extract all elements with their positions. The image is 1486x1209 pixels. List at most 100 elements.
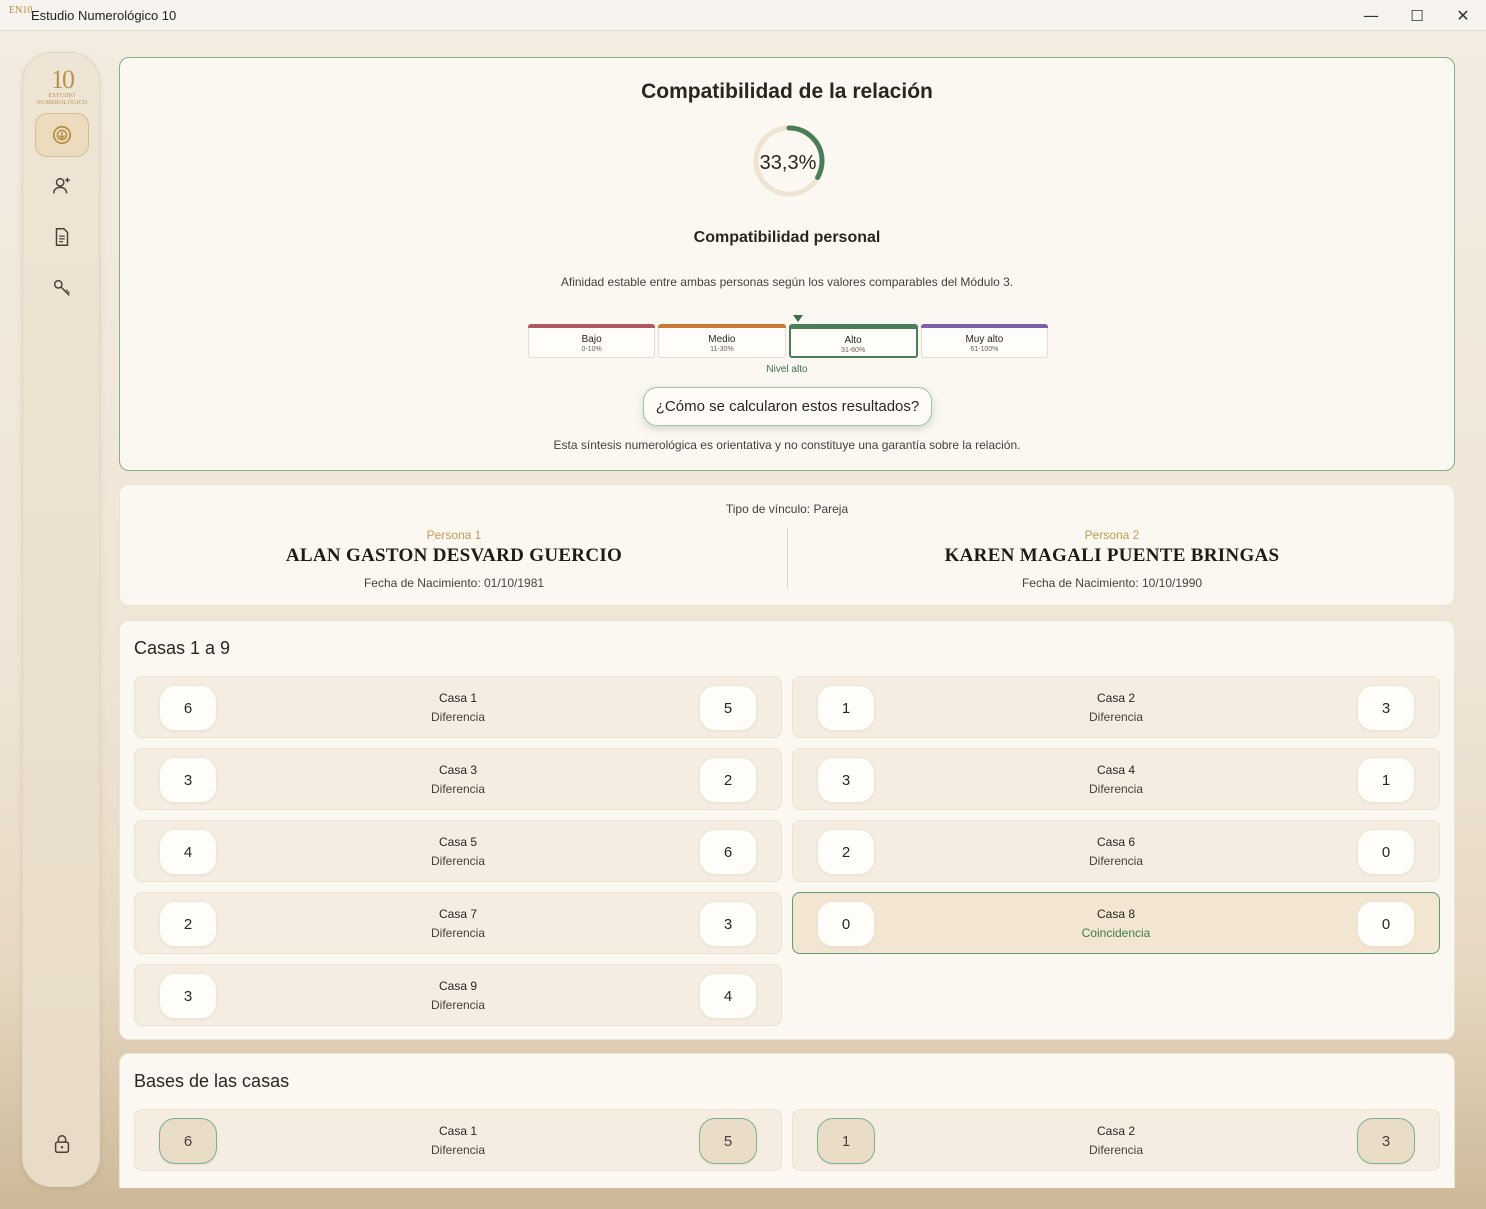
person-name: KAREN MAGALI PUENTE BRINGAS xyxy=(944,545,1280,566)
logo-line1: ESTUDIO xyxy=(48,93,76,99)
house-label: Casa 4 xyxy=(1096,763,1136,777)
person2-value: 3 xyxy=(1357,685,1415,731)
how-calculated-button[interactable]: ¿Cómo se calcularon estos resultados? xyxy=(643,387,932,426)
nav-report[interactable] xyxy=(35,215,89,259)
title-bar: EN10 Estudio Numerológico 10 — ☐ ✕ xyxy=(0,0,1486,31)
person1-value: 2 xyxy=(159,901,217,947)
level-name: Bajo xyxy=(581,334,602,345)
main-content[interactable]: Compatibilidad de la relación 33,3% Comp… xyxy=(119,46,1455,1188)
maximize-button[interactable]: ☐ xyxy=(1394,0,1440,31)
person-name: ALAN GASTON DESVARD GUERCIO xyxy=(285,545,623,566)
person-role: Persona 2 xyxy=(1084,528,1140,542)
person1-value: 1 xyxy=(817,1118,875,1164)
nav-compatibility[interactable] xyxy=(35,113,89,157)
nav-people[interactable] xyxy=(35,164,89,208)
person2-value: 3 xyxy=(699,901,757,947)
level-range: 61-100% xyxy=(970,346,999,353)
level-name: Alto xyxy=(844,335,862,346)
house-label: Casa 3 xyxy=(438,763,478,777)
level-marker xyxy=(793,315,803,322)
person2-value: 6 xyxy=(699,829,757,875)
level-segment: Bajo 0-10% xyxy=(528,324,656,358)
disclaimer: Esta síntesis numerológica es orientativ… xyxy=(553,438,1021,452)
minimize-button[interactable]: — xyxy=(1348,0,1394,31)
level-range: 0-10% xyxy=(581,346,602,353)
level-name: Medio xyxy=(708,334,736,345)
house-row[interactable]: 6 Casa 1 Diferencia 5 xyxy=(134,1109,782,1171)
bond-type: Tipo de vínculo: Pareja xyxy=(725,502,849,516)
person2-value: 2 xyxy=(699,757,757,803)
level-segment: Medio 11-30% xyxy=(658,324,786,358)
people-card: Tipo de vínculo: Pareja Persona 1 ALAN G… xyxy=(119,484,1455,606)
house-status: Diferencia xyxy=(1088,710,1144,724)
level-label: Nivel alto xyxy=(766,364,808,375)
house-label: Casa 6 xyxy=(1096,835,1136,849)
level-segment: Alto 31-60% xyxy=(788,324,918,358)
house-label: Casa 2 xyxy=(1096,1124,1136,1138)
person1-value: 6 xyxy=(159,1118,217,1164)
person-2: Persona 2 KAREN MAGALI PUENTE BRINGAS Fe… xyxy=(778,528,1446,590)
compatibility-subtitle: Compatibilidad personal xyxy=(693,229,881,246)
sidebar: 10 ESTUDIO NUMEROLÓGICO xyxy=(22,52,100,1187)
lock-icon xyxy=(54,1135,70,1153)
house-status: Diferencia xyxy=(1088,782,1144,796)
house-label: Casa 1 xyxy=(438,1124,478,1138)
logo-line2: NUMEROLÓGICO xyxy=(36,100,88,106)
card-title: Compatibilidad de la relación xyxy=(641,80,933,103)
person-1: Persona 1 ALAN GASTON DESVARD GUERCIO Fe… xyxy=(120,528,788,590)
person2-value: 3 xyxy=(1357,1118,1415,1164)
house-label: Casa 8 xyxy=(1096,907,1136,921)
person2-value: 1 xyxy=(1357,757,1415,803)
house-row[interactable]: 3 Casa 9 Diferencia 4 xyxy=(134,964,782,1026)
level-color-bar xyxy=(920,324,1048,328)
person2-value: 5 xyxy=(699,685,757,731)
house-status: Diferencia xyxy=(430,1143,486,1157)
compatibility-icon xyxy=(52,125,72,145)
house-status: Diferencia xyxy=(430,998,486,1012)
user-add-icon xyxy=(53,177,70,194)
compatibility-card: Compatibilidad de la relación 33,3% Comp… xyxy=(119,57,1455,471)
key-icon xyxy=(53,279,70,296)
level-segment: Muy alto 61-100% xyxy=(920,324,1048,358)
house-row[interactable]: 3 Casa 4 Diferencia 1 xyxy=(792,748,1440,810)
house-status: Coincidencia xyxy=(1081,926,1151,940)
house-row[interactable]: 1 Casa 2 Diferencia 3 xyxy=(792,1109,1440,1171)
house-row[interactable]: 0 Casa 8 Coincidencia 0 xyxy=(792,892,1440,954)
house-row[interactable]: 4 Casa 5 Diferencia 6 xyxy=(134,820,782,882)
houses-card: Casas 1 a 9 6 Casa 1 Diferencia 5 1 Casa 2 Dif… xyxy=(119,620,1455,1040)
document-icon xyxy=(55,228,69,246)
house-status: Diferencia xyxy=(430,926,486,940)
nav-lock[interactable] xyxy=(35,1122,89,1166)
level-scale: Bajo 0-10% Medio 11-30% Alto 31-60% Muy alto 61… xyxy=(528,324,1048,358)
level-color-bar xyxy=(789,325,917,329)
house-row[interactable]: 2 Casa 7 Diferencia 3 xyxy=(134,892,782,954)
house-row[interactable]: 6 Casa 1 Diferencia 5 xyxy=(134,676,782,738)
person1-value: 4 xyxy=(159,829,217,875)
person1-value: 3 xyxy=(159,757,217,803)
percentage-value: 33,3% xyxy=(759,152,817,174)
app-icon: EN10 xyxy=(9,5,33,16)
close-button[interactable]: ✕ xyxy=(1440,0,1486,31)
house-status: Diferencia xyxy=(1088,1143,1144,1157)
person-dob: Fecha de Nacimiento: 10/10/1990 xyxy=(1021,576,1203,590)
house-row[interactable]: 1 Casa 2 Diferencia 3 xyxy=(792,676,1440,738)
person2-value: 0 xyxy=(1357,829,1415,875)
level-name: Muy alto xyxy=(965,334,1004,345)
person-role: Persona 1 xyxy=(426,528,482,542)
level-color-bar xyxy=(528,324,656,328)
person-dob: Fecha de Nacimiento: 01/10/1981 xyxy=(363,576,545,590)
person1-value: 2 xyxy=(817,829,875,875)
section-title: Casas 1 a 9 xyxy=(134,638,231,658)
house-row[interactable]: 2 Casa 6 Diferencia 0 xyxy=(792,820,1440,882)
house-row[interactable]: 3 Casa 3 Diferencia 2 xyxy=(134,748,782,810)
person1-value: 6 xyxy=(159,685,217,731)
house-status: Diferencia xyxy=(430,710,486,724)
person2-value: 5 xyxy=(699,1118,757,1164)
nav-license[interactable] xyxy=(35,266,89,310)
section-title: Bases de las casas xyxy=(134,1071,290,1091)
house-label: Casa 7 xyxy=(438,907,478,921)
window-controls: — ☐ ✕ xyxy=(1348,0,1486,31)
bases-card: Bases de las casas 6 Casa 1 Diferencia 5 1 Ca… xyxy=(119,1053,1455,1188)
logo-number: 10 xyxy=(51,65,75,94)
person1-value: 3 xyxy=(817,757,875,803)
